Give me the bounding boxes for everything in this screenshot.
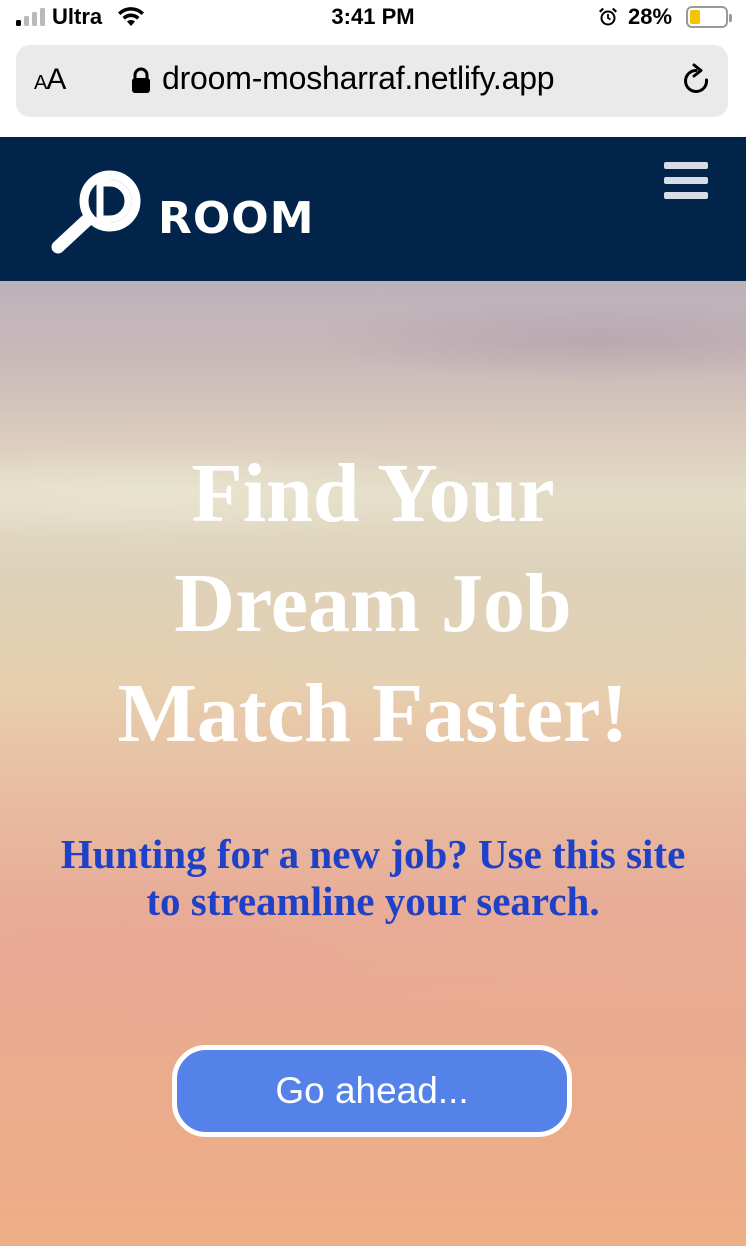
magnifier-d-icon <box>51 170 141 254</box>
go-ahead-button[interactable]: Go ahead... <box>172 1045 572 1137</box>
hero-title-line: Match Faster! <box>117 667 629 760</box>
hero-title: Find Your Dream Job Match Faster! <box>0 439 746 769</box>
hero-section: Find Your Dream Job Match Faster! Huntin… <box>0 281 746 1246</box>
url-text[interactable]: droom-mosharraf.netlify.app <box>162 60 555 97</box>
status-bar: Ultra 3:41 PM 28% <box>0 0 746 36</box>
battery-percentage: 28% <box>628 4 673 29</box>
hero-title-line: Dream Job <box>174 557 572 650</box>
hamburger-menu-icon[interactable] <box>664 162 708 200</box>
hero-subtitle-line: to streamline your search. <box>146 878 600 924</box>
text-size-button[interactable]: AA <box>34 63 66 97</box>
address-bar[interactable]: AA droom-mosharraf.netlify.app <box>16 45 728 117</box>
site-navbar: ROOM <box>0 137 746 281</box>
logo-text: ROOM <box>158 193 315 244</box>
reload-icon[interactable] <box>680 63 714 99</box>
battery-icon <box>686 6 732 28</box>
hero-title-line: Find Your <box>191 447 555 540</box>
lock-icon <box>132 67 150 93</box>
alarm-icon <box>599 7 617 26</box>
hero-subtitle: Hunting for a new job? Use this site to … <box>0 831 746 925</box>
hero-subtitle-line: Hunting for a new job? Use this site <box>60 831 686 877</box>
droom-logo[interactable]: ROOM <box>48 163 348 261</box>
